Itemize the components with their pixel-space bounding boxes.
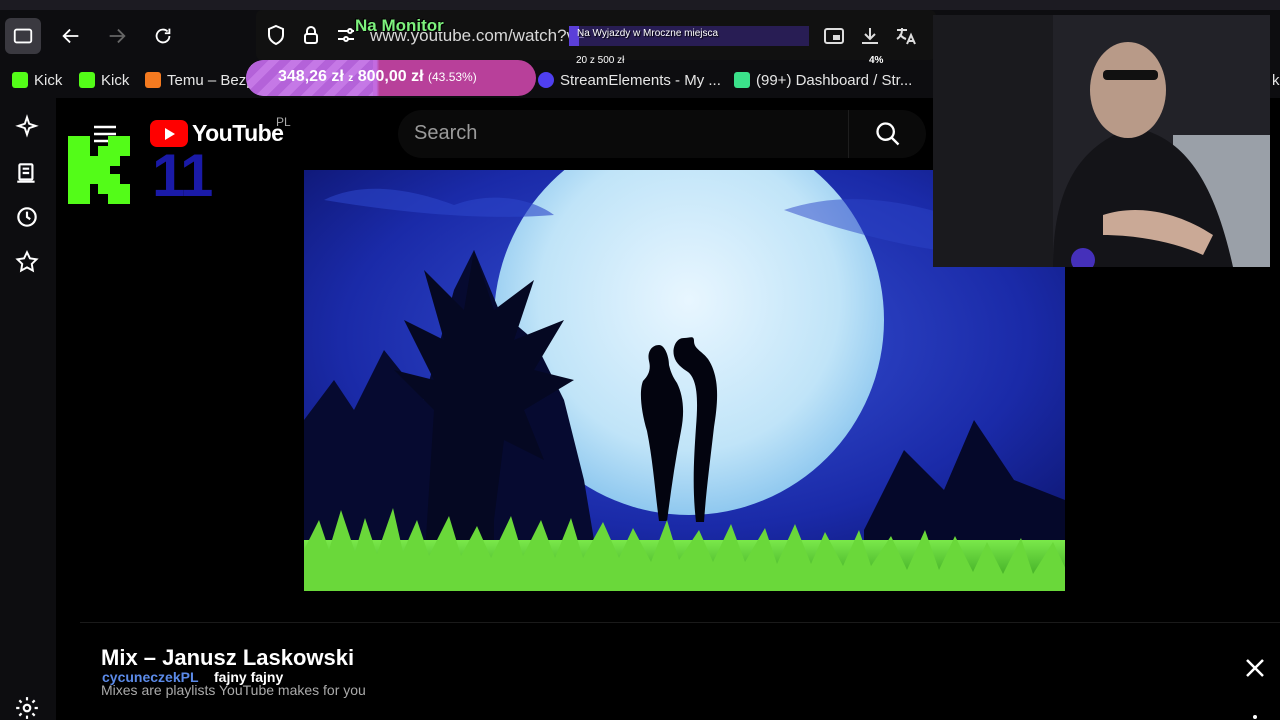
- sidebar-toggle-button[interactable]: [5, 18, 41, 54]
- reload-icon: [155, 28, 171, 44]
- channel-number: 11: [152, 142, 213, 209]
- search-input[interactable]: [414, 122, 834, 145]
- browser-sidebar: [0, 98, 56, 720]
- bookmark-kick[interactable]: Kick: [12, 70, 62, 90]
- chat-message: fajny fajny: [214, 669, 284, 685]
- bookmark-kick-2[interactable]: Kick: [79, 70, 129, 90]
- mix-title[interactable]: Mix – Janusz Laskowski: [101, 645, 354, 671]
- sidebar-icon: [13, 28, 33, 44]
- reload-button[interactable]: [145, 18, 181, 54]
- bookmark-temu[interactable]: Temu – Bezp: [145, 70, 255, 90]
- download-icon[interactable]: [858, 24, 882, 48]
- mix-bar: Mix – Janusz Laskowski Mixes are playlis…: [80, 622, 1280, 720]
- bookmark-overflow[interactable]: k: [1272, 70, 1280, 90]
- search-box: [398, 110, 848, 158]
- money-prefix: z: [348, 73, 354, 84]
- arrow-left-icon: [62, 28, 79, 44]
- back-button[interactable]: [53, 18, 89, 54]
- money-target: 800,00 zł: [357, 68, 424, 85]
- overlay-title: Na Monitor: [355, 16, 444, 35]
- goal-name: Na Wyjazdy w Mroczne miejsca: [577, 28, 719, 39]
- donation-text: 348,26 zł z 800,00 zł (43.53%): [278, 68, 477, 86]
- goal-count: 20 z 500 zł: [576, 55, 625, 66]
- dashboard-icon: [734, 72, 750, 88]
- bookmark-dashboard[interactable]: (99+) Dashboard / Str...: [734, 70, 912, 90]
- reading-list-icon[interactable]: [14, 160, 40, 186]
- money-raised: 348,26 zł: [278, 68, 344, 85]
- kick-k-logo: [68, 136, 130, 204]
- region-code: PL: [276, 115, 291, 129]
- close-icon[interactable]: [1243, 656, 1267, 680]
- kick-icon: [12, 72, 28, 88]
- star-icon[interactable]: [14, 249, 40, 275]
- search-button[interactable]: [848, 110, 926, 158]
- forward-button[interactable]: [99, 18, 135, 54]
- tab-strip: [0, 0, 1280, 10]
- donation-progress-bar: 348,26 zł z 800,00 zł (43.53%): [246, 60, 536, 96]
- translate-icon[interactable]: [894, 24, 918, 48]
- shield-icon[interactable]: [264, 23, 288, 47]
- history-icon[interactable]: [14, 204, 40, 230]
- search-icon: [875, 122, 899, 146]
- arrow-right-icon: [109, 28, 126, 44]
- picture-in-picture-icon[interactable]: [822, 24, 846, 48]
- lock-icon[interactable]: [299, 23, 323, 47]
- temu-icon: [145, 72, 161, 88]
- more-dot[interactable]: [1253, 715, 1257, 719]
- streamelements-icon: [538, 72, 554, 88]
- goal-percent: 4%: [869, 55, 884, 66]
- webcam-feed: [933, 15, 1270, 267]
- sparkle-icon[interactable]: [14, 114, 40, 140]
- webcam-person-image: [933, 15, 1270, 267]
- kick-icon: [79, 72, 95, 88]
- bookmark-streamelements[interactable]: StreamElements - My ...: [538, 70, 721, 90]
- settings-gear-icon[interactable]: [14, 695, 40, 720]
- money-percent: (43.53%): [428, 70, 477, 84]
- chat-username: cycuneczekPL: [102, 669, 199, 685]
